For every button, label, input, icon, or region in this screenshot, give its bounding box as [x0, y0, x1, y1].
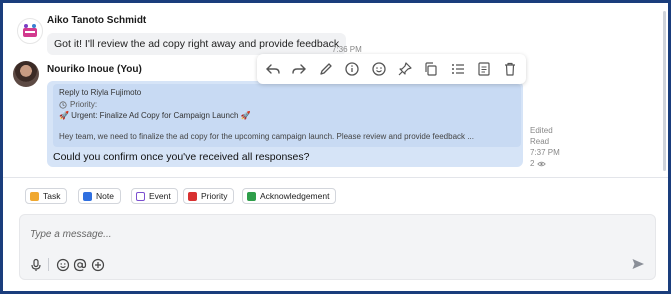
reply-to-label: Reply to Riyla Fujimoto — [59, 88, 142, 97]
task-chip[interactable]: Task — [25, 188, 68, 204]
mention-icon[interactable] — [73, 258, 87, 272]
message-time: 7:36 PM — [332, 45, 362, 54]
send-icon[interactable] — [631, 257, 645, 271]
emoji-react-icon[interactable] — [371, 61, 387, 77]
copy-icon[interactable] — [423, 61, 439, 77]
sender-name: Nouriko Inoue (You) — [47, 64, 142, 75]
priority-row: Priority: — [59, 100, 97, 109]
microphone-icon[interactable] — [29, 258, 43, 272]
edited-label: Edited — [530, 126, 553, 135]
edit-icon[interactable] — [318, 61, 334, 77]
note-icon — [83, 191, 92, 201]
priority-icon — [188, 191, 197, 201]
chip-label: Acknowledgement — [260, 191, 330, 201]
separator — [48, 258, 49, 271]
reply-title: 🚀 Urgent: Finalize Ad Copy for Campaign … — [59, 111, 251, 120]
view-count: 2 — [530, 159, 547, 168]
chat-window: Aiko Tanoto Schmidt Got it! I'll review … — [3, 3, 668, 291]
message-input[interactable] — [28, 224, 592, 244]
sender-name: Aiko Tanoto Schmidt — [47, 15, 147, 26]
divider — [3, 177, 668, 178]
priority-label: Priority: — [70, 100, 98, 109]
scrollbar[interactable] — [663, 11, 666, 171]
message-actions-toolbar — [257, 54, 526, 84]
chip-label: Priority — [201, 191, 228, 201]
message-composer — [19, 214, 656, 280]
read-status: Read — [530, 137, 550, 146]
note-icon[interactable] — [476, 61, 492, 77]
view-count-value: 2 — [530, 159, 535, 168]
eye-icon — [537, 161, 547, 166]
priority-chip[interactable]: Priority — [183, 188, 235, 204]
clock-icon — [59, 100, 67, 109]
event-chip[interactable]: Event — [131, 188, 178, 204]
calendar-icon — [136, 191, 145, 201]
emoji-icon[interactable] — [56, 258, 70, 272]
avatar[interactable] — [13, 61, 39, 87]
reply-icon[interactable] — [265, 61, 281, 77]
pin-icon[interactable] — [397, 61, 413, 77]
avatar[interactable] — [17, 18, 43, 44]
reply-preview-text: Hey team, we need to finalize the ad cop… — [59, 132, 474, 141]
info-icon[interactable] — [344, 61, 360, 77]
message-time: 7:37 PM — [530, 148, 560, 157]
note-chip[interactable]: Note — [78, 188, 121, 204]
task-icon — [30, 191, 39, 201]
megaphone-icon — [247, 191, 256, 201]
chip-label: Task — [43, 191, 61, 201]
list-icon[interactable] — [450, 61, 466, 77]
chip-label: Note — [96, 191, 114, 201]
acknowledgement-chip[interactable]: Acknowledgement — [242, 188, 337, 204]
delete-icon[interactable] — [502, 61, 518, 77]
chip-label: Event — [149, 191, 171, 201]
message-text: Got it! I'll review the ad copy right aw… — [47, 33, 347, 55]
add-icon[interactable] — [91, 258, 105, 272]
message-text: Could you confirm once you've received a… — [53, 151, 310, 163]
forward-icon[interactable] — [291, 61, 307, 77]
